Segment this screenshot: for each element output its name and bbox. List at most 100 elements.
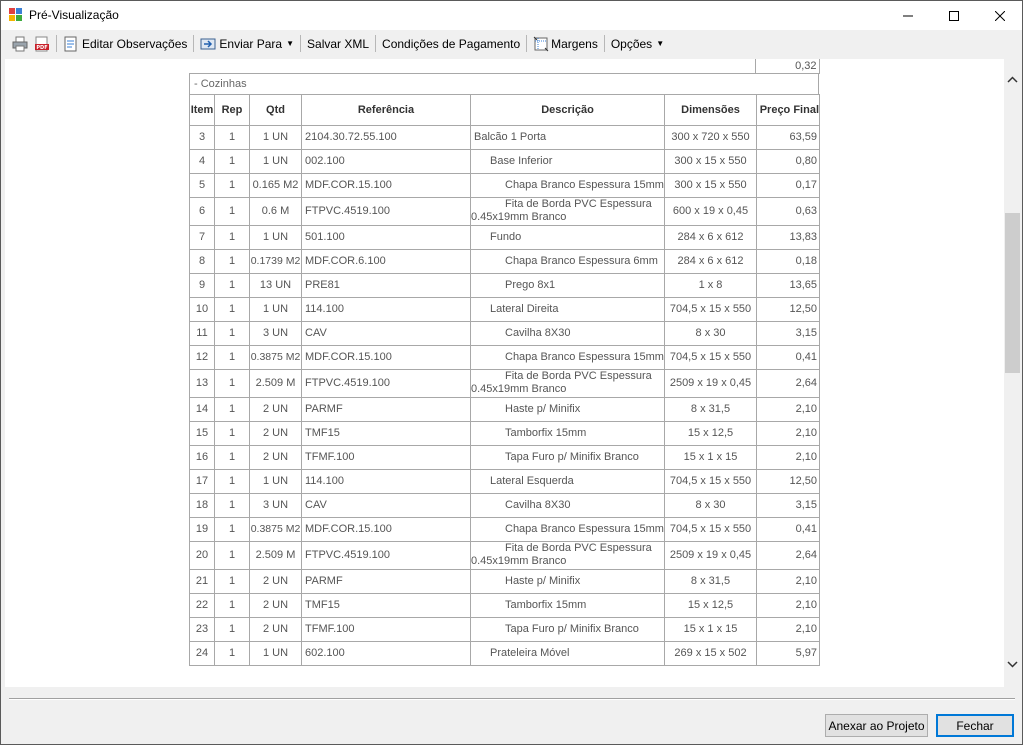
scroll-up-button[interactable] <box>1004 71 1021 88</box>
table-row: 23 1 2 UN TFMF.100 Tapa Furo p/ Minifix Bran… <box>189 616 820 642</box>
cell-referencia: 114.100 <box>301 468 471 494</box>
title-bar: Pré-Visualização <box>1 1 1022 30</box>
header-qtd: Qtd <box>249 93 302 126</box>
chevron-down-icon: ▼ <box>286 39 295 48</box>
cell-dimensoes: 300 x 15 x 550 <box>664 148 757 174</box>
cell-referencia: MDF.COR.15.100 <box>301 344 471 370</box>
cell-item: 5 <box>189 172 215 198</box>
cell-item: 7 <box>189 224 215 250</box>
scrollbar-thumb[interactable] <box>1005 213 1020 373</box>
enviar-para-label: Enviar Para <box>219 36 283 51</box>
opcoes-dropdown[interactable]: Opções ▼ <box>608 33 667 54</box>
cell-descricao: Tamborfix 15mm <box>470 592 665 618</box>
cell-qtd: 0.165 M2 <box>249 172 302 198</box>
cell-referencia: TMF15 <box>301 420 471 446</box>
cell-rep: 1 <box>214 516 250 542</box>
cell-dimensoes: 704,5 x 15 x 550 <box>664 468 757 494</box>
salvar-xml-button[interactable]: Salvar XML <box>304 33 372 54</box>
cell-qtd: 0.6 M <box>249 196 302 226</box>
cell-referencia: 602.100 <box>301 640 471 666</box>
condicoes-pagamento-button[interactable]: Condições de Pagamento <box>379 33 523 54</box>
cell-rep: 1 <box>214 272 250 298</box>
cell-preco: 0,80 <box>756 148 820 174</box>
editar-observacoes-button[interactable]: Editar Observações <box>60 33 190 54</box>
toolbar-separator <box>193 35 195 52</box>
report-top-table: 0,32 <box>189 59 820 74</box>
cell-descricao: Tapa Furo p/ Minifix Branco <box>470 616 665 642</box>
cell-qtd: 0.3875 M2 <box>249 516 302 542</box>
cell-rep: 1 <box>214 540 250 570</box>
scroll-down-button[interactable] <box>1004 656 1021 673</box>
anexar-ao-projeto-button[interactable]: Anexar ao Projeto <box>825 714 928 737</box>
cell-qtd: 1 UN <box>249 148 302 174</box>
report-viewport[interactable]: 0,32 - Cozinhas Item Rep Qtd Referência <box>5 59 1004 687</box>
cell-referencia: MDF.COR.15.100 <box>301 516 471 542</box>
table-row: 411 UN 002.100 Base Inferior 300 x 15 x 550… <box>189 148 820 174</box>
cell-referencia: PRE81 <box>301 272 471 298</box>
cell-item: 15 <box>189 420 215 446</box>
table-row: 15 1 2 UN TMF15 Tamborfix 15mm 15 x 12,5 2,10 <box>189 420 820 446</box>
cell-dimensoes: 600 x 19 x 0,45 <box>664 196 757 226</box>
cell-descricao: Tapa Furo p/ Minifix Branco <box>470 444 665 470</box>
cell-qtd: 1 UN <box>249 640 302 666</box>
cell-rep: 1 <box>214 616 250 642</box>
cell-referencia: 002.100 <box>301 148 471 174</box>
window-title: Pré-Visualização <box>29 8 119 22</box>
cell-dimensoes: 704,5 x 15 x 550 <box>664 516 757 542</box>
pdf-button[interactable]: PDF <box>31 33 53 54</box>
top-value: 0,32 <box>754 59 820 74</box>
svg-text:PDF: PDF <box>36 45 47 51</box>
cell-preco: 5,97 <box>756 640 820 666</box>
cell-preco: 2,10 <box>756 396 820 422</box>
cell-item: 19 <box>189 516 215 542</box>
cell-qtd: 2 UN <box>249 420 302 446</box>
cell-qtd: 2 UN <box>249 616 302 642</box>
pdf-icon: PDF <box>35 36 49 51</box>
cell-dimensoes: 8 x 30 <box>664 492 757 518</box>
print-button[interactable] <box>9 33 31 54</box>
cell-qtd: 2 UN <box>249 396 302 422</box>
fechar-button[interactable]: Fechar <box>936 714 1014 737</box>
enviar-para-dropdown[interactable]: Enviar Para ▼ <box>197 33 297 54</box>
toolbar-separator <box>300 35 302 52</box>
cell-dimensoes: 2509 x 19 x 0,45 <box>664 540 757 570</box>
cell-item: 11 <box>189 320 215 346</box>
cell-dimensoes: 8 x 31,5 <box>664 396 757 422</box>
cell-item: 20 <box>189 540 215 570</box>
minimize-button[interactable] <box>885 1 931 30</box>
send-icon <box>200 38 216 49</box>
cell-descricao: Lateral Esquerda <box>470 468 665 494</box>
cell-preco: 2,64 <box>756 540 820 570</box>
cell-rep: 1 <box>214 420 250 446</box>
cell-dimensoes: 15 x 12,5 <box>664 592 757 618</box>
margens-button[interactable]: Margens <box>530 33 601 54</box>
items-table: Item Rep Qtd Referência Descrição Dimens… <box>189 93 820 666</box>
cell-referencia: 114.100 <box>301 296 471 322</box>
cell-referencia: MDF.COR.6.100 <box>301 248 471 274</box>
cell-item: 4 <box>189 148 215 174</box>
minimize-icon <box>903 15 913 16</box>
vertical-scrollbar[interactable] <box>1004 59 1021 687</box>
cell-qtd: 2 UN <box>249 444 302 470</box>
cell-rep: 1 <box>214 368 250 398</box>
table-row: 24 1 1 UN 602.100 Prateleira Móvel 269 x 15 x… <box>189 640 820 666</box>
cell-dimensoes: 284 x 6 x 612 <box>664 224 757 250</box>
cell-rep: 1 <box>214 640 250 666</box>
cell-descricao: Chapa Branco Espessura 6mm <box>470 248 665 274</box>
cell-rep: 1 <box>214 492 250 518</box>
cell-descricao: Chapa Branco Espessura 15mm <box>470 516 665 542</box>
close-button[interactable] <box>977 1 1022 30</box>
cell-descricao: Fita de Borda PVC Espessura 0.45x19mm Br… <box>470 196 665 226</box>
cell-descricao: Haste p/ Minifix <box>470 568 665 594</box>
cell-referencia: CAV <box>301 320 471 346</box>
cell-item: 21 <box>189 568 215 594</box>
maximize-button[interactable] <box>931 1 977 30</box>
cell-descricao: Prateleira Móvel <box>470 640 665 666</box>
cell-referencia: MDF.COR.15.100 <box>301 172 471 198</box>
cell-preco: 3,15 <box>756 320 820 346</box>
cell-dimensoes: 15 x 1 x 15 <box>664 616 757 642</box>
cell-qtd: 2.509 M <box>249 540 302 570</box>
toolbar-separator <box>526 35 528 52</box>
cell-preco: 63,59 <box>756 124 820 150</box>
opcoes-label: Opções <box>610 36 653 51</box>
